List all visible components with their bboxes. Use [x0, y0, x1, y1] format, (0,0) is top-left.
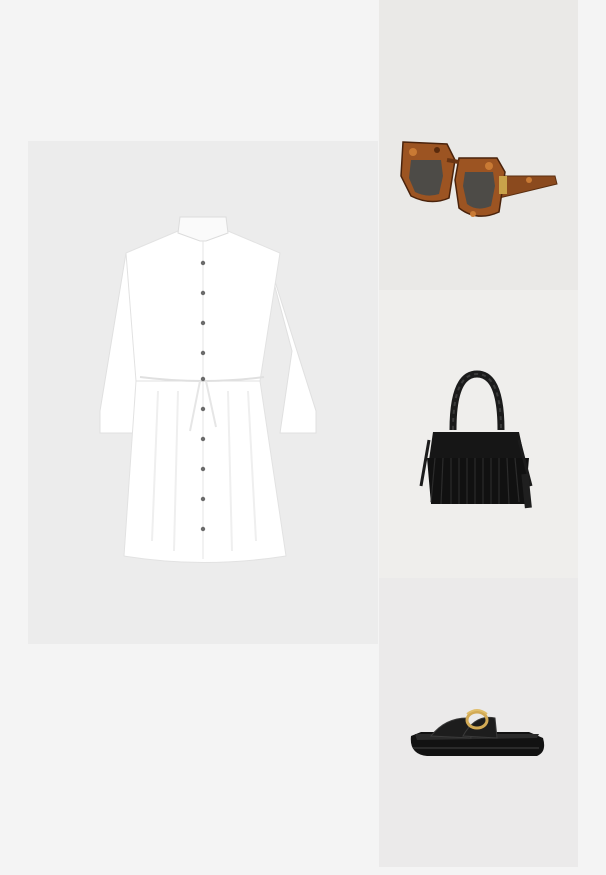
black-slide-sandal-image — [379, 578, 578, 867]
tortoiseshell-sunglasses-image — [379, 0, 578, 290]
bag-product-tile[interactable] — [379, 290, 578, 578]
sandal-product-tile[interactable] — [379, 578, 578, 867]
black-fringe-bag-image — [379, 290, 578, 578]
white-shirt-dress-image — [28, 141, 378, 644]
dress-product-tile[interactable] — [28, 141, 378, 644]
sunglasses-product-tile[interactable] — [379, 0, 578, 290]
